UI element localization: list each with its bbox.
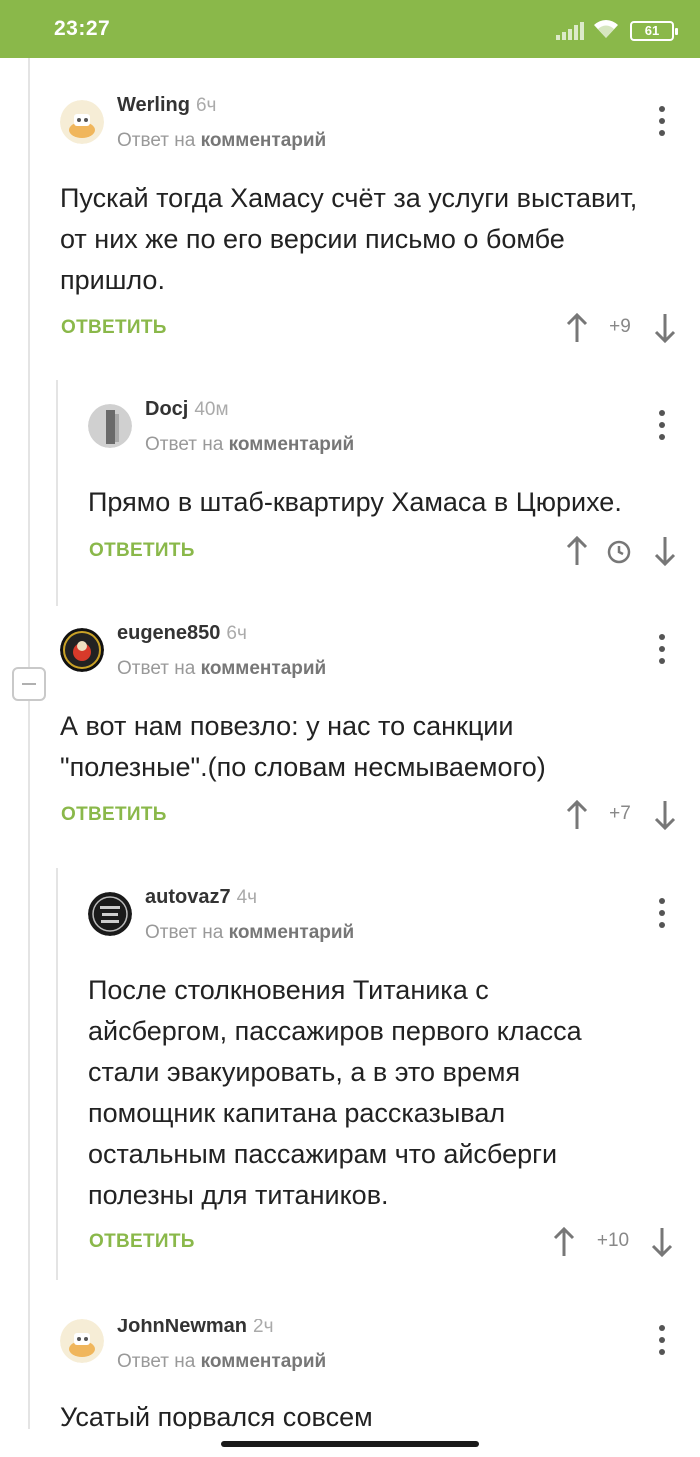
reply-to: Ответ на комментарий xyxy=(117,658,327,679)
comment: JohnNewman 2ч Ответ на комментарий Усатый… xyxy=(60,1319,675,1429)
reply-to-link[interactable]: комментарий xyxy=(229,922,355,943)
reply-to-link[interactable]: комментарий xyxy=(201,658,327,679)
reply-to: Ответ на комментарий xyxy=(117,130,327,151)
arrow-up-icon[interactable] xyxy=(565,312,589,344)
comment-time: 4ч xyxy=(236,887,258,908)
comment: eugene850 6ч Ответ на комментарий А вот н… xyxy=(60,622,677,838)
vote-score: +10 xyxy=(596,1230,630,1251)
wifi-icon xyxy=(594,20,618,38)
vote-controls: +10 xyxy=(552,1226,677,1258)
arrow-down-icon[interactable] xyxy=(653,535,677,567)
more-vertical-icon[interactable] xyxy=(652,634,672,666)
avatar[interactable] xyxy=(60,100,104,144)
status-time: 23:27 xyxy=(54,17,111,40)
comment-author[interactable]: Docj 40м xyxy=(145,398,229,421)
more-vertical-icon[interactable] xyxy=(652,106,672,138)
reply-to: Ответ на комментарий xyxy=(145,434,355,455)
comment: Werling 6ч Ответ на комментарий Пускай то… xyxy=(60,94,677,350)
vote-score: +9 xyxy=(609,316,631,337)
avatar[interactable] xyxy=(88,892,132,936)
arrow-up-icon[interactable] xyxy=(552,1226,576,1258)
vote-controls: +9 xyxy=(565,312,677,344)
reply-button[interactable]: ОТВЕТИТЬ xyxy=(89,540,195,562)
arrow-down-icon[interactable] xyxy=(650,1226,674,1258)
comment-author[interactable]: Werling 6ч xyxy=(117,94,216,117)
reply-button[interactable]: ОТВЕТИТЬ xyxy=(89,1231,195,1253)
vote-controls: +7 xyxy=(565,799,677,831)
arrow-up-icon[interactable] xyxy=(565,535,589,567)
comment-author[interactable]: eugene850 6ч xyxy=(117,622,247,645)
arrow-down-icon[interactable] xyxy=(653,312,677,344)
comment-text: Прямо в штаб-квартиру Хамаса в Цюрихе. xyxy=(88,487,622,517)
status-bar: 23:27 61 xyxy=(0,0,700,58)
comment-author[interactable]: autovaz7 4ч xyxy=(145,886,257,909)
comment-time: 40м xyxy=(194,399,229,420)
comment-time: 6ч xyxy=(195,95,217,116)
reply-to-link[interactable]: комментарий xyxy=(201,1351,327,1372)
comment-author[interactable]: JohnNewman 2ч xyxy=(117,1319,274,1338)
more-vertical-icon[interactable] xyxy=(652,410,672,442)
avatar[interactable] xyxy=(88,404,132,448)
comment-time: 2ч xyxy=(253,1319,274,1337)
battery-icon: 61 xyxy=(630,21,678,41)
comment-text: А вот нам повезло: у нас то санкции "пол… xyxy=(60,711,546,782)
comment-text: Усатый порвался совсем xyxy=(60,1402,373,1429)
comment-time: 6ч xyxy=(226,623,247,644)
home-indicator[interactable] xyxy=(221,1441,479,1447)
vote-score: +7 xyxy=(609,803,631,824)
collapse-thread-button[interactable] xyxy=(12,667,46,701)
vote-controls xyxy=(565,535,677,567)
arrow-up-icon[interactable] xyxy=(565,799,589,831)
more-vertical-icon[interactable] xyxy=(652,898,672,930)
reply-button[interactable]: ОТВЕТИТЬ xyxy=(61,804,167,826)
comment: Docj 40м Ответ на комментарий Прямо в шта… xyxy=(88,398,677,584)
thread-line xyxy=(28,58,30,667)
thread-line xyxy=(56,380,58,606)
comment: autovaz7 4ч Ответ на комментарий После ст… xyxy=(88,886,677,1262)
comment-text: После столкновения Титаника с айсбергом,… xyxy=(88,975,582,1210)
thread-line xyxy=(56,868,58,1280)
clock-icon xyxy=(607,540,631,564)
reply-to: Ответ на комментарий xyxy=(145,922,355,943)
reply-to-link[interactable]: комментарий xyxy=(201,130,327,151)
avatar[interactable] xyxy=(60,628,104,672)
more-vertical-icon[interactable] xyxy=(652,1325,672,1357)
arrow-down-icon[interactable] xyxy=(653,799,677,831)
avatar[interactable] xyxy=(60,1319,104,1363)
reply-button[interactable]: ОТВЕТИТЬ xyxy=(61,317,167,339)
reply-to-link[interactable]: комментарий xyxy=(229,434,355,455)
signal-icon xyxy=(556,22,584,40)
comment-text: Пускай тогда Хамасу счёт за услуги выста… xyxy=(60,183,638,295)
reply-to: Ответ на комментарий xyxy=(117,1351,327,1372)
thread-line xyxy=(28,701,30,1429)
battery-level: 61 xyxy=(644,23,660,38)
